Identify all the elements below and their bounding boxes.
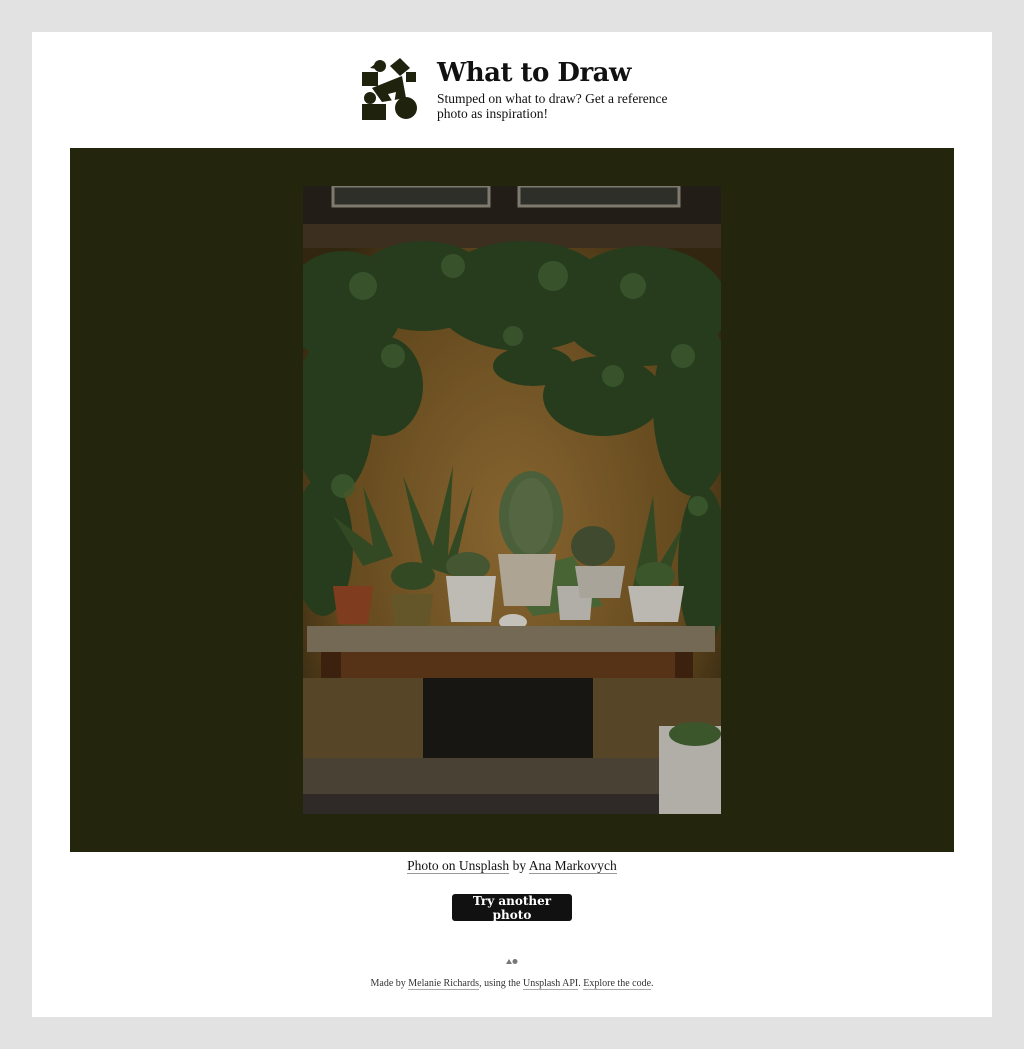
page-card: What to Draw Stumped on what to draw? Ge…	[32, 32, 992, 1017]
footer-end: .	[651, 978, 654, 989]
geometric-shapes-icon	[362, 58, 417, 120]
credit-by: by	[509, 858, 529, 873]
reference-photo	[303, 186, 721, 814]
page-subtitle: Stumped on what to draw? Get a reference…	[437, 91, 668, 121]
photo-credit: Photo on Unsplash by Ana Markovych	[32, 858, 992, 874]
try-another-photo-button[interactable]: Try another photo	[452, 894, 572, 922]
small-shapes-icon	[506, 959, 518, 964]
reference-photo-illustration	[303, 186, 721, 814]
page-title: What to Draw	[437, 58, 631, 88]
footer-using: , using the	[479, 978, 523, 989]
author-link[interactable]: Melanie Richards	[408, 978, 480, 990]
site-header: What to Draw Stumped on what to draw? Ge…	[362, 58, 682, 121]
unsplash-photo-link[interactable]: Photo on Unsplash	[407, 858, 510, 874]
site-footer: Made by Melanie Richards, using the Unsp…	[32, 978, 992, 990]
header-text: What to Draw Stumped on what to draw? Ge…	[437, 58, 682, 121]
explore-code-link[interactable]: Explore the code	[583, 978, 652, 990]
unsplash-api-link[interactable]: Unsplash API	[522, 978, 579, 990]
photographer-link[interactable]: Ana Markovych	[528, 858, 617, 874]
photo-stage	[70, 148, 954, 852]
footer-made-by: Made by	[370, 978, 409, 989]
